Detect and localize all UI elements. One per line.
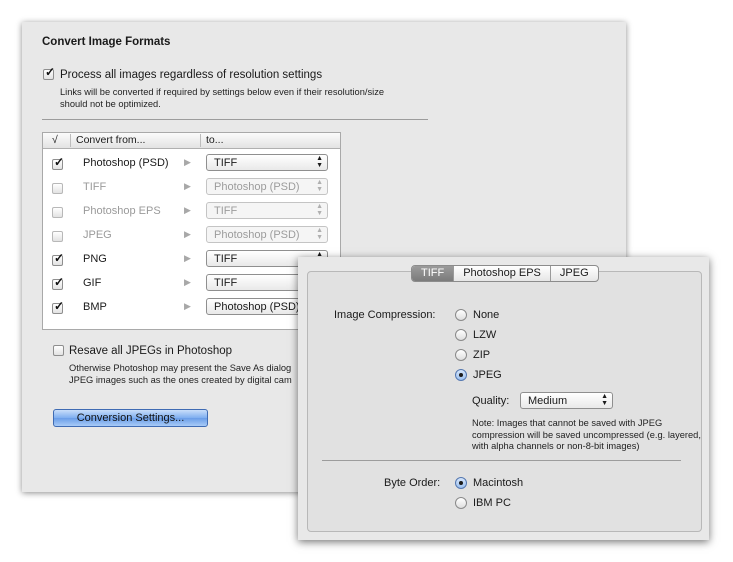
tab-photoshop-eps[interactable]: Photoshop EPS <box>454 266 551 281</box>
quality-popup[interactable]: Medium ▲ ▼ <box>520 392 613 409</box>
byte-order-label: Byte Order: <box>384 477 441 489</box>
byte-order-ibm-pc-label: IBM PC <box>473 497 511 509</box>
row-to-format-popup[interactable]: TIFF ▲▼ <box>206 202 328 219</box>
table-row: ✓ GIF ▶ TIFF ▲▼ <box>43 272 340 296</box>
compression-lzw-radio[interactable] <box>455 329 467 341</box>
conversion-settings-button[interactable]: Conversion Settings... <box>53 409 208 427</box>
jpeg-compression-note: Note: Images that cannot be saved with J… <box>472 418 701 451</box>
row-checkbox[interactable]: ✓ <box>52 275 65 290</box>
format-tab-bar: TIFF Photoshop EPS JPEG <box>411 265 599 282</box>
popup-value: TIFF <box>214 253 238 265</box>
tab-jpeg[interactable]: JPEG <box>551 266 598 281</box>
row-to-format-popup[interactable]: Photoshop (PSD) ▲▼ <box>206 226 328 243</box>
column-header-to[interactable]: to... <box>206 134 224 146</box>
panel-title: Convert Image Formats <box>42 36 171 48</box>
popup-value: Photoshop (PSD) <box>214 181 300 193</box>
table-row: ✓ Photoshop (PSD) ▶ TIFF ▲ ▼ <box>43 152 340 176</box>
quality-value: Medium <box>528 395 568 407</box>
arrow-right-icon: ▶ <box>184 229 191 239</box>
row-from-format: JPEG <box>83 229 112 241</box>
arrow-right-icon: ▶ <box>184 301 191 311</box>
row-to-format-popup[interactable]: Photoshop (PSD) ▲▼ <box>206 178 328 195</box>
compression-jpeg-radio[interactable] <box>455 369 467 381</box>
process-all-checkbox[interactable]: ✓ <box>43 65 56 80</box>
column-divider <box>200 134 201 147</box>
up-down-arrows-icon: ▲▼ <box>601 393 608 407</box>
row-from-format: Photoshop (PSD) <box>83 157 169 169</box>
tab-tiff[interactable]: TIFF <box>412 266 455 281</box>
popup-value: TIFF <box>214 277 238 289</box>
divider <box>322 460 681 461</box>
column-header-check[interactable]: √ <box>52 134 58 146</box>
process-all-note: Links will be converted if required by s… <box>60 87 385 109</box>
popup-value: TIFF <box>214 205 238 217</box>
arrow-right-icon: ▶ <box>184 181 191 191</box>
row-from-format: BMP <box>83 301 107 313</box>
popup-value: Photoshop (PSD) <box>214 229 300 241</box>
row-checkbox[interactable] <box>52 207 63 218</box>
up-down-arrows-icon: ▲▼ <box>316 227 323 241</box>
table-row: JPEG ▶ Photoshop (PSD) ▲ ▼ <box>43 224 340 248</box>
quality-label: Quality: <box>472 395 510 407</box>
arrow-right-icon: ▶ <box>184 277 191 287</box>
table-header: √ Convert from... to... <box>43 133 340 149</box>
compression-zip-label: ZIP <box>473 349 491 361</box>
up-down-arrows-icon: ▲▼ <box>316 203 323 217</box>
compression-lzw-label: LZW <box>473 329 497 341</box>
table-row: ✓ BMP ▶ Photoshop (PSD) ▲▼ <box>43 296 340 320</box>
arrow-right-icon: ▶ <box>184 205 191 215</box>
byte-order-macintosh-radio[interactable] <box>455 477 467 489</box>
row-from-format: GIF <box>83 277 102 289</box>
popup-value: TIFF <box>214 157 238 169</box>
compression-none-label: None <box>473 309 500 321</box>
checkmark-icon: ✓ <box>54 251 65 265</box>
image-compression-label: Image Compression: <box>334 309 436 321</box>
table-row: TIFF ▶ Photoshop (PSD) ▲ ▼ <box>43 176 340 200</box>
conversion-table: √ Convert from... to... ✓ Photoshop (PSD… <box>42 132 341 330</box>
popup-value: Photoshop (PSD) <box>214 301 300 313</box>
row-checkbox[interactable] <box>52 231 63 242</box>
byte-order-macintosh-label: Macintosh <box>473 477 524 489</box>
divider <box>42 119 428 120</box>
row-from-format: PNG <box>83 253 107 265</box>
process-all-label: Process all images regardless of resolut… <box>60 69 323 81</box>
row-checkbox[interactable]: ✓ <box>52 251 65 266</box>
checkmark-icon: ✓ <box>45 65 56 79</box>
table-row: Photoshop EPS ▶ TIFF ▲ ▼ <box>43 200 340 224</box>
row-from-format: Photoshop EPS <box>83 205 161 217</box>
compression-none-radio[interactable] <box>455 309 467 321</box>
compression-zip-radio[interactable] <box>455 349 467 361</box>
row-checkbox[interactable]: ✓ <box>52 299 65 314</box>
resave-jpegs-checkbox[interactable] <box>53 345 64 356</box>
byte-order-ibm-pc-radio[interactable] <box>455 497 467 509</box>
row-checkbox[interactable] <box>52 183 63 194</box>
column-divider <box>70 134 71 147</box>
row-checkbox[interactable]: ✓ <box>52 155 65 170</box>
arrow-right-icon: ▶ <box>184 157 191 167</box>
column-header-convert-from[interactable]: Convert from... <box>76 134 145 146</box>
row-to-format-popup[interactable]: TIFF ▲▼ <box>206 154 328 171</box>
compression-jpeg-label: JPEG <box>473 369 502 381</box>
checkmark-icon: ✓ <box>54 275 65 289</box>
table-row: ✓ PNG ▶ TIFF ▲▼ <box>43 248 340 272</box>
arrow-right-icon: ▶ <box>184 253 191 263</box>
checkmark-icon: ✓ <box>54 299 65 313</box>
up-down-arrows-icon: ▲▼ <box>316 155 323 169</box>
checkmark-icon: ✓ <box>54 155 65 169</box>
resave-jpegs-label: Resave all JPEGs in Photoshop <box>69 345 233 357</box>
row-from-format: TIFF <box>83 181 107 193</box>
up-down-arrows-icon: ▲▼ <box>316 179 323 193</box>
conversion-settings-panel: TIFF Photoshop EPS JPEG Image Compressio… <box>298 257 709 540</box>
